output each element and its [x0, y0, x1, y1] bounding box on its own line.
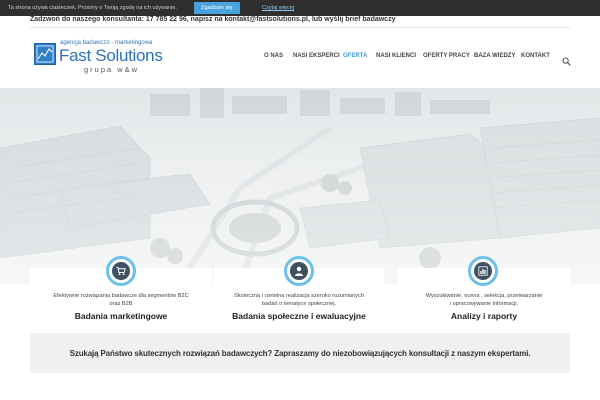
feature-card-social[interactable]: Skuteczna i rzetelna realizacja szeroko … — [214, 256, 384, 328]
nav-item-oferty-pracy[interactable]: OFERTY PRACY — [423, 53, 470, 59]
feature-card-analysis[interactable]: Wyszukiwanie, ocena , selekcja, przetwar… — [398, 256, 570, 328]
feature-icon-ring — [284, 256, 314, 286]
feature-description: Skuteczna i rzetelna realizacja szeroko … — [214, 292, 384, 308]
cookie-accept-button[interactable]: Zgadzam się — [194, 2, 240, 14]
feature-description-line: oraz B2B — [109, 301, 133, 307]
feature-title[interactable]: Badania marketingowe — [30, 311, 212, 321]
feature-description-line: i opracowywanie informacji. — [449, 301, 519, 307]
feature-icon-ring — [468, 256, 498, 286]
nav-item-oferta[interactable]: OFERTA — [343, 53, 367, 59]
feature-title[interactable]: Badania społeczne i ewaluacyjne — [214, 311, 384, 321]
contact-line: Zadzwoń do naszego konsultanta: 17 785 2… — [30, 16, 396, 23]
feature-icon-ring — [106, 256, 136, 286]
nav-item-o-nas[interactable]: O NAS — [264, 53, 283, 59]
feature-card-marketing[interactable]: Efektywne rozwiązania badawcze dla segme… — [30, 256, 212, 328]
consultation-banner[interactable]: Szukają Państwo skutecznych rozwiązań ba… — [30, 333, 570, 373]
nav-item-baza-wiedzy[interactable]: BAZA WIEDZY — [474, 53, 515, 59]
feature-description-line: Wyszukiwanie, ocena , selekcja, przetwar… — [425, 293, 543, 299]
cookie-bar: Ta strona używa ciasteczek. Prosimy o Tw… — [0, 0, 600, 16]
user-icon — [290, 262, 308, 280]
cookie-read-more-link[interactable]: Czytaj więcej — [262, 2, 294, 14]
feature-description-line: badań o tematyce społecznej. — [261, 301, 336, 307]
feature-description-line: Efektywne rozwiązania badawcze dla segme… — [53, 293, 189, 299]
consultation-banner-text: Szukają Państwo skutecznych rozwiązań ba… — [69, 348, 531, 358]
main-nav: O NAS NASI EKSPERCI OFERTA NASI KLIENCI … — [0, 53, 600, 65]
logo-group: grupa w&w — [84, 65, 140, 74]
nav-item-kontakt[interactable]: KONTAKT — [521, 53, 550, 59]
feature-description-line: Skuteczna i rzetelna realizacja szeroko … — [234, 293, 364, 299]
cookie-notice-text: Ta strona używa ciasteczek. Prosimy o Tw… — [8, 5, 177, 11]
bar-chart-icon — [474, 262, 492, 280]
nav-item-nasi-klienci[interactable]: NASI KLIENCI — [376, 53, 416, 59]
hero-city-image — [0, 88, 600, 284]
feature-title[interactable]: Analizy i raporty — [398, 311, 570, 321]
nav-item-nasi-eksperci[interactable]: NASI EKSPERCI — [293, 53, 340, 59]
search-icon[interactable] — [562, 53, 571, 66]
header-divider — [30, 27, 570, 28]
feature-description: Efektywne rozwiązania badawcze dla segme… — [30, 292, 212, 308]
cart-icon — [112, 262, 130, 280]
feature-description: Wyszukiwanie, ocena , selekcja, przetwar… — [398, 292, 570, 308]
